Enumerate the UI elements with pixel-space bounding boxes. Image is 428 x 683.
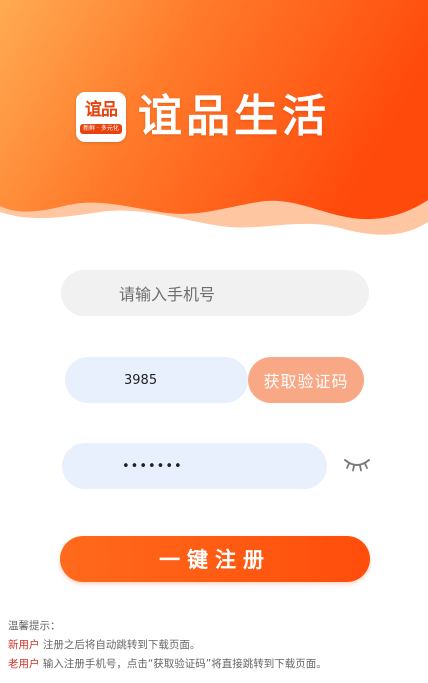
verification-code-value: 3985 — [124, 372, 158, 388]
brand-logo-mark: 谊品 — [85, 99, 118, 120]
verification-code-input[interactable]: 3985 — [65, 357, 248, 403]
password-input[interactable]: ••••••• — [62, 443, 327, 489]
tips-old-user: 老用户 输入注册手机号，点击“获取验证码”将直接跳转到下载页面。 — [8, 655, 423, 674]
tips-new-user-tag: 新用户 — [8, 639, 40, 651]
tips-old-user-text: 输入注册手机号，点击“获取验证码”将直接跳转到下载页面。 — [39, 658, 327, 670]
tips-new-user: 新用户 注册之后将自动跳转到下载页面。 — [8, 636, 423, 655]
register-button[interactable]: 一键注册 — [60, 536, 370, 582]
eye-closed-icon[interactable] — [343, 456, 371, 474]
header-banner: 谊品 新鲜 · 多元化 谊品生活 — [0, 0, 428, 250]
brand-logo: 谊品 新鲜 · 多元化 谊品生活 — [76, 91, 330, 143]
brand-name: 谊品生活 — [138, 91, 330, 142]
phone-input[interactable]: 请输入手机号 — [61, 270, 369, 316]
tips-old-user-tag: 老用户 — [8, 658, 40, 670]
password-value: ••••••• — [122, 458, 183, 474]
tips-new-user-text: 注册之后将自动跳转到下载页面。 — [39, 639, 201, 651]
tips-title: 温馨提示： — [8, 620, 61, 632]
brand-logo-icon: 谊品 新鲜 · 多元化 — [76, 92, 126, 142]
brand-logo-tagline: 新鲜 · 多元化 — [80, 123, 122, 134]
get-code-button[interactable]: 获取验证码 — [248, 357, 364, 403]
phone-input-placeholder: 请输入手机号 — [119, 285, 216, 304]
tips-section: 温馨提示： 新用户 注册之后将自动跳转到下载页面。 老用户 输入注册手机号，点击… — [8, 617, 423, 674]
